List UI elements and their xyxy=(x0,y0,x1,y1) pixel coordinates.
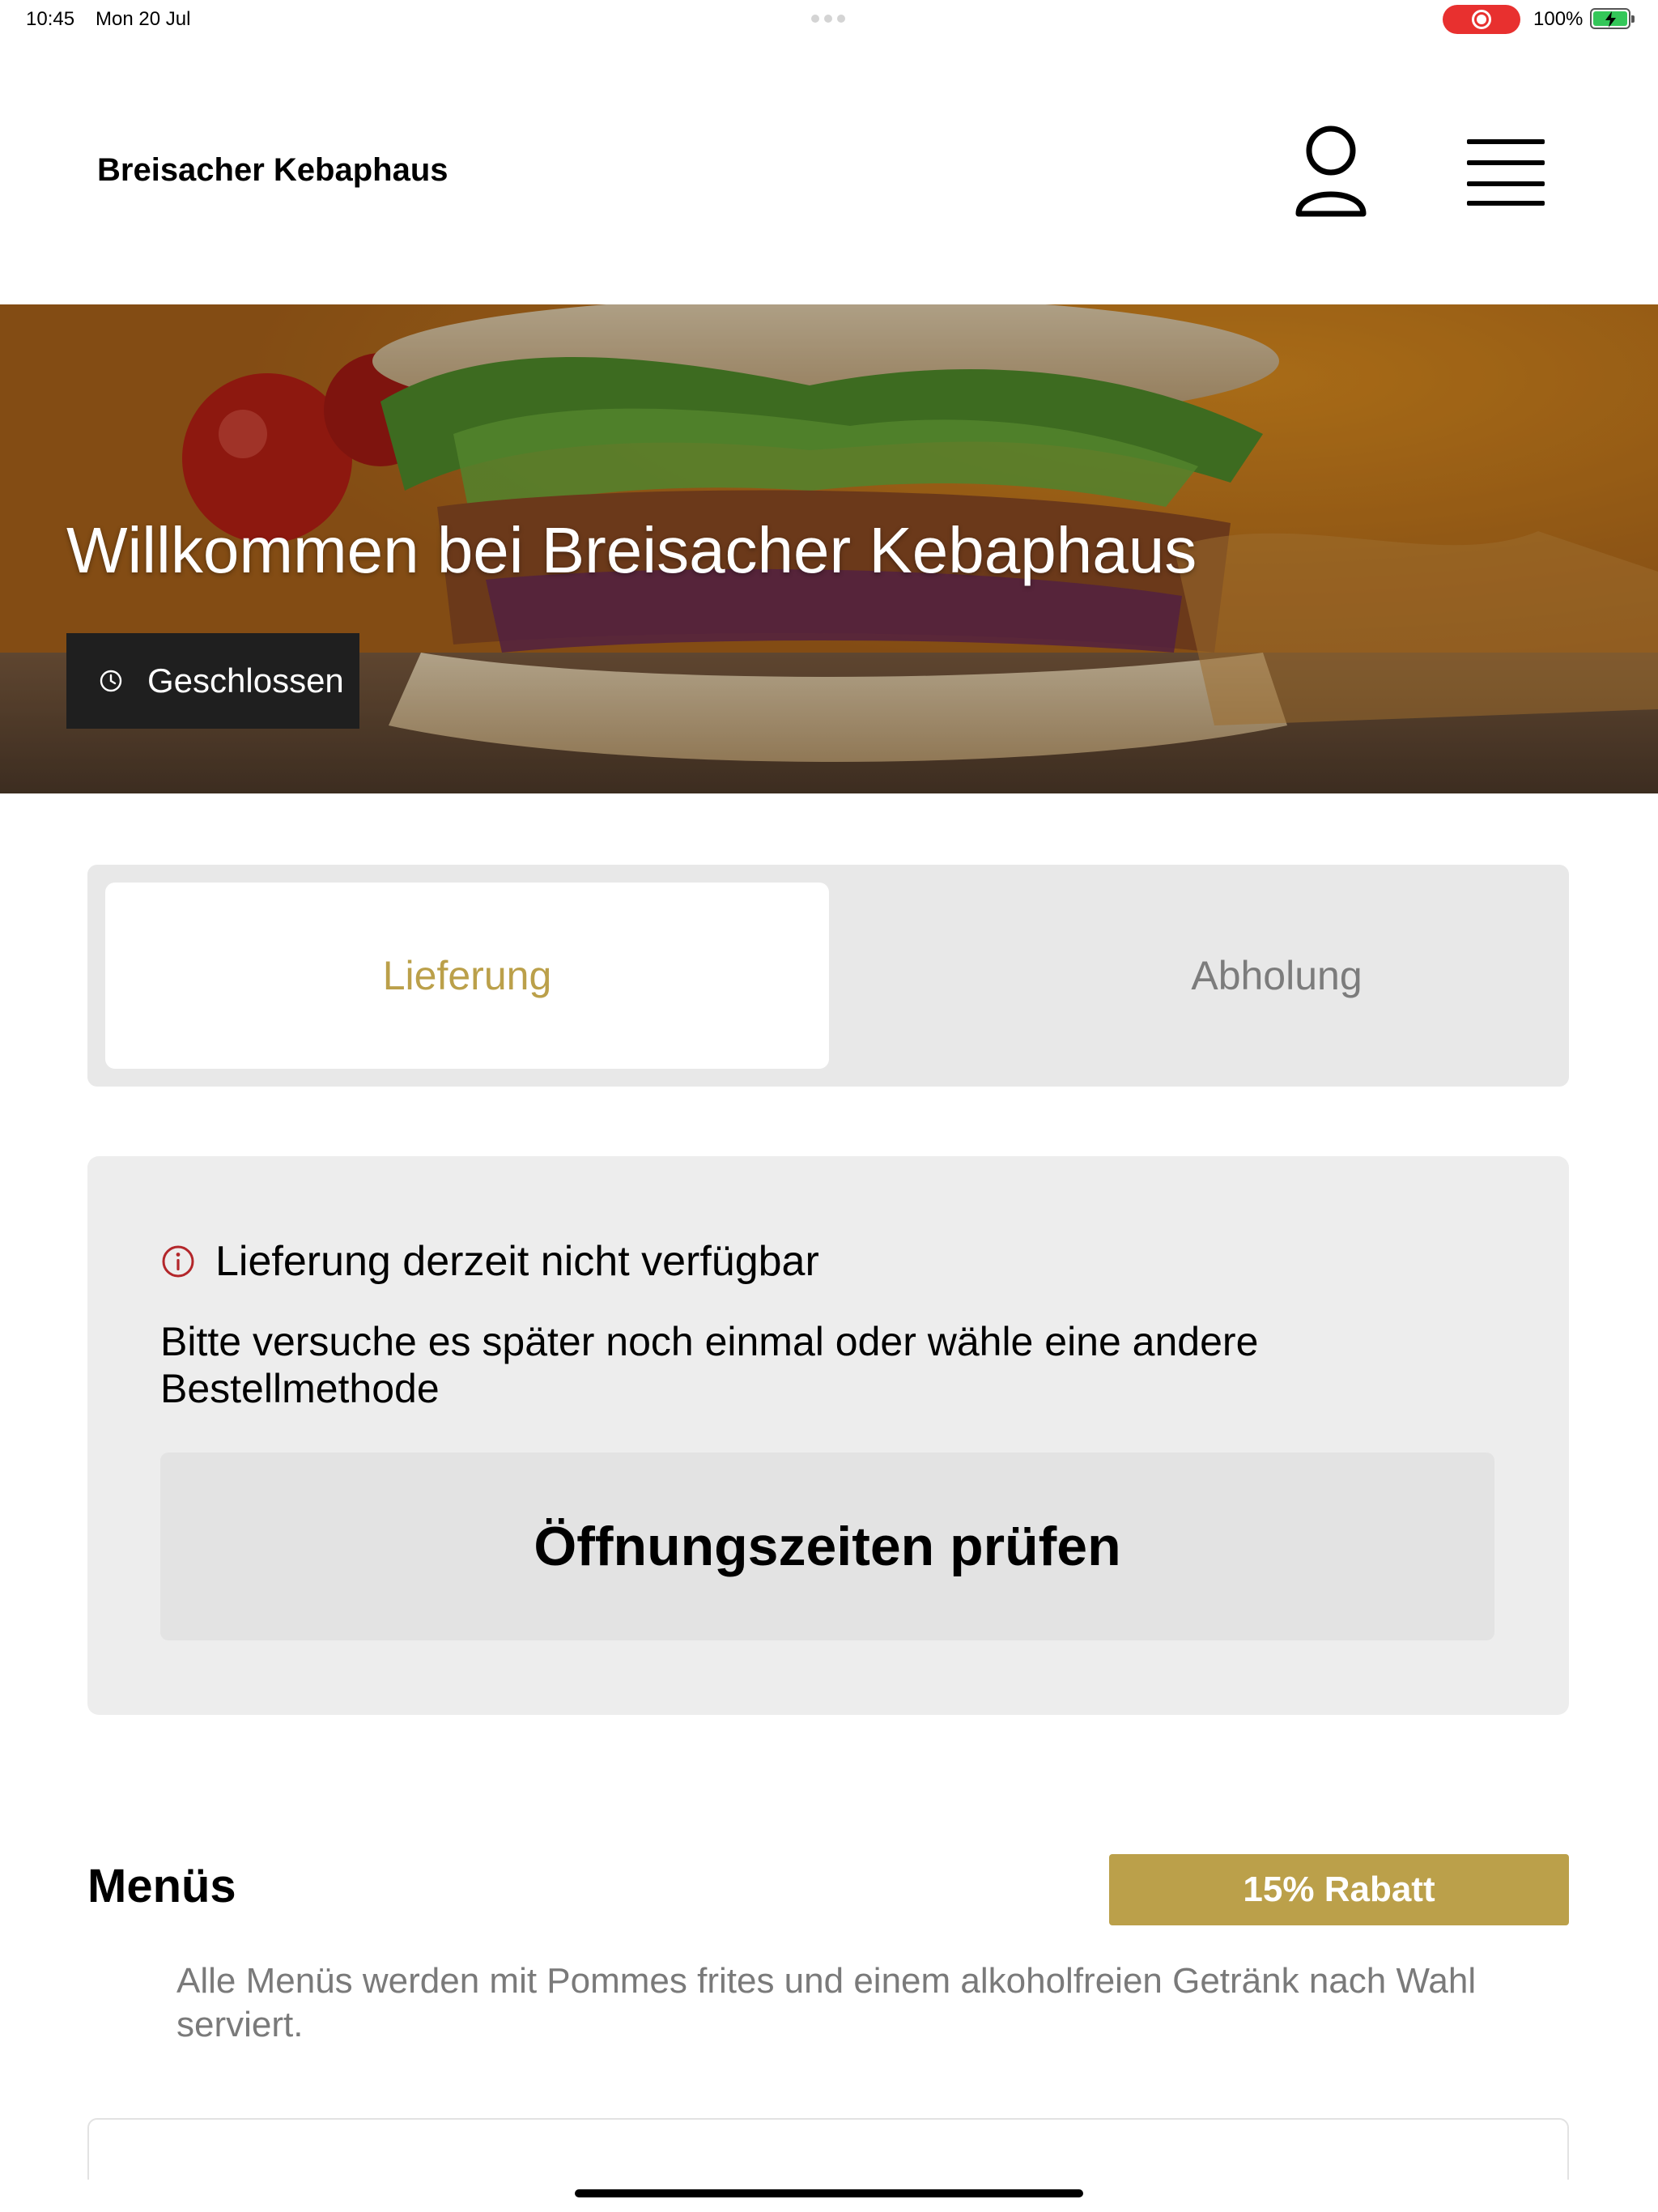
notice-header: Lieferung derzeit nicht verfügbar xyxy=(160,1237,819,1286)
screen-recording-icon[interactable] xyxy=(1443,5,1520,34)
info-icon xyxy=(162,1245,194,1278)
section-title-menus: Menüs xyxy=(87,1860,236,1912)
brand-name[interactable]: Breisacher Kebaphaus xyxy=(97,152,449,189)
hero-banner: Willkommen bei Breisacher Kebaphaus Gesc… xyxy=(0,304,1658,793)
user-icon[interactable] xyxy=(1290,123,1371,220)
tab-pickup[interactable]: Abholung xyxy=(915,883,1639,1069)
opening-status-badge[interactable]: Geschlossen xyxy=(66,633,359,729)
page: 10:45 Mon 20 Jul 100% Breisacher Kebapha… xyxy=(0,0,1658,2212)
hero-title: Willkommen bei Breisacher Kebaphaus xyxy=(66,514,1197,586)
section-description: Alle Menüs werden mit Pommes frites und … xyxy=(176,1961,1477,2044)
status-date: Mon 20 Jul xyxy=(96,8,191,30)
notice-text: Bitte versuche es später noch einmal ode… xyxy=(160,1319,1259,1411)
battery-percentage: 100% xyxy=(1533,8,1584,30)
notice-title: Lieferung derzeit nicht verfügbar xyxy=(215,1238,819,1285)
status-time: 10:45 xyxy=(26,8,75,30)
app-header: Breisacher Kebaphaus xyxy=(0,39,1658,304)
status-bar: 10:45 Mon 20 Jul 100% xyxy=(0,0,1658,39)
hamburger-menu-icon[interactable] xyxy=(1464,136,1548,209)
discount-badge: 15% Rabatt xyxy=(1109,1854,1569,1925)
opening-status-label: Geschlossen xyxy=(147,661,344,700)
tab-delivery[interactable]: Lieferung xyxy=(105,883,829,1069)
multitasking-dots-icon[interactable] xyxy=(811,15,845,23)
clock-icon xyxy=(100,670,122,692)
delivery-unavailable-notice: Lieferung derzeit nicht verfügbar Bitte … xyxy=(87,1156,1569,1715)
order-mode-toggle: Lieferung Abholung xyxy=(87,865,1569,1087)
home-indicator[interactable] xyxy=(575,2189,1083,2197)
battery-icon xyxy=(1590,8,1635,29)
check-opening-hours-button[interactable]: Öffnungszeiten prüfen xyxy=(160,1453,1494,1640)
